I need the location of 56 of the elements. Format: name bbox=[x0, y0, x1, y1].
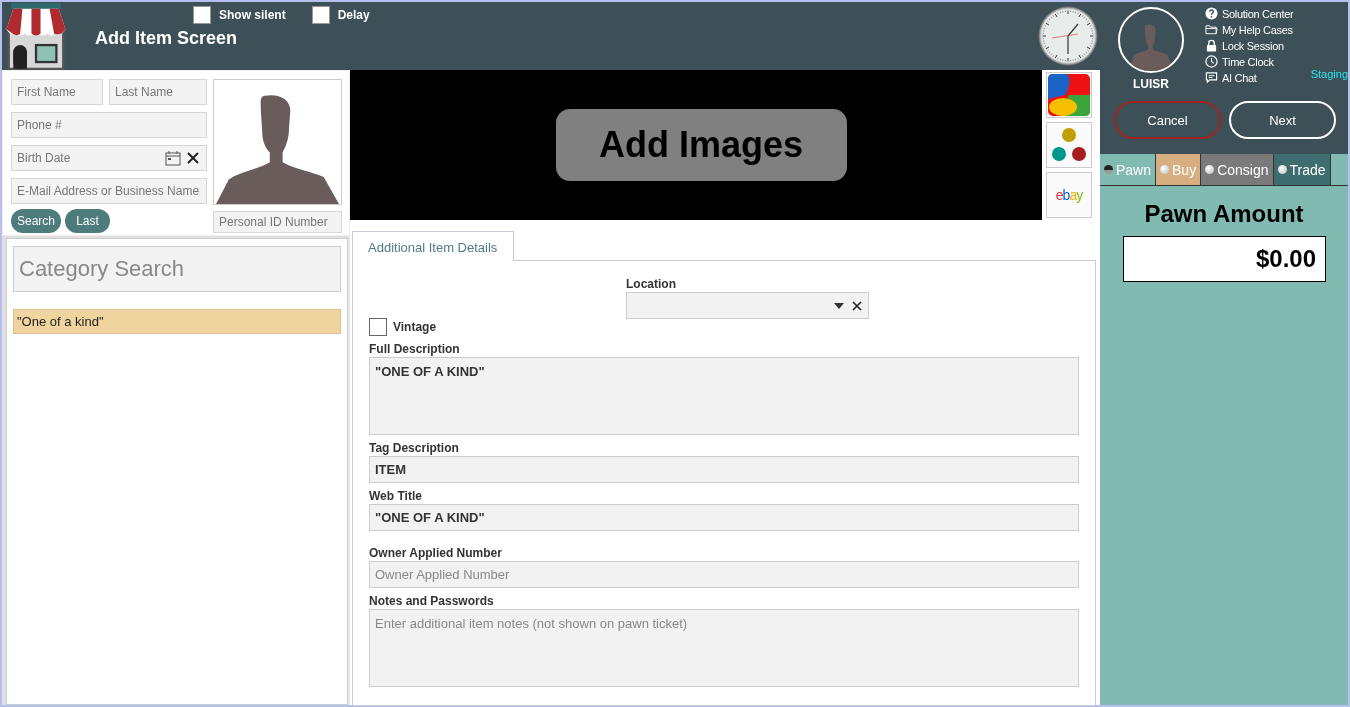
field-label: Location bbox=[626, 277, 677, 291]
category-item[interactable]: "One of a kind" bbox=[13, 309, 341, 334]
clear-icon[interactable] bbox=[185, 150, 201, 166]
field-label: Tag Description bbox=[369, 441, 460, 455]
clear-icon[interactable] bbox=[851, 299, 863, 312]
add-images-button[interactable]: Add Images bbox=[555, 109, 847, 181]
amount-field[interactable]: $0.00 bbox=[1123, 236, 1326, 282]
cancel-button[interactable]: Cancel bbox=[1114, 101, 1221, 139]
text-field[interactable]: E-Mail Address or Business Name bbox=[11, 178, 207, 204]
field-label: Notes and Passwords bbox=[369, 594, 495, 608]
screen-title: Add Item Screen bbox=[95, 28, 239, 49]
amount-label: Pawn Amount bbox=[1143, 200, 1305, 228]
dots-button[interactable] bbox=[1046, 122, 1092, 168]
checkbox-label: Vintage bbox=[393, 319, 437, 334]
text-area[interactable]: Enter additional item notes (not shown on pawn ticket) bbox=[369, 609, 1079, 687]
avatar bbox=[1118, 7, 1184, 73]
folder-icon bbox=[1205, 23, 1218, 36]
checkbox[interactable] bbox=[193, 6, 211, 24]
menu-link[interactable]: AI Chat bbox=[1205, 71, 1294, 84]
checkbox-label: Delay bbox=[337, 8, 370, 22]
field-label: Owner Applied Number bbox=[369, 546, 503, 560]
text-field[interactable]: ITEM bbox=[369, 456, 1079, 483]
user-name: LUISR bbox=[1133, 77, 1169, 91]
marketplace-button[interactable]: ebay bbox=[1046, 172, 1092, 218]
text-field[interactable]: Personal ID Number bbox=[213, 211, 342, 233]
chat-icon bbox=[1205, 71, 1218, 84]
text-field[interactable]: Phone # bbox=[11, 112, 207, 138]
colorful-tile-button[interactable] bbox=[1046, 72, 1092, 118]
lock-icon bbox=[1205, 39, 1218, 52]
field-label: Web Title bbox=[369, 489, 423, 503]
menu-link[interactable]: Lock Session bbox=[1205, 39, 1294, 52]
next-button[interactable]: Next bbox=[1229, 101, 1336, 139]
environment-label: Staging bbox=[1310, 68, 1348, 80]
help-icon bbox=[1205, 7, 1218, 20]
text-field[interactable]: "ONE OF A KIND" bbox=[369, 504, 1079, 531]
checkbox[interactable] bbox=[311, 6, 330, 24]
menu-link[interactable]: My Help Cases bbox=[1205, 23, 1294, 36]
text-field[interactable]: First Name bbox=[11, 79, 103, 105]
text-area[interactable]: "ONE OF A KIND" bbox=[369, 357, 1079, 435]
checkbox[interactable] bbox=[369, 318, 387, 336]
menu-link[interactable]: Time Clock bbox=[1205, 55, 1294, 68]
clock-icon bbox=[1205, 55, 1218, 68]
pill-button[interactable]: Search bbox=[11, 209, 62, 233]
checkbox-label: Show silent bbox=[219, 8, 286, 22]
text-field[interactable]: Last Name bbox=[109, 79, 207, 105]
menu-link[interactable]: Solution Center bbox=[1205, 7, 1294, 20]
tab[interactable]: Additional Item Details bbox=[352, 231, 515, 261]
text-field[interactable]: Owner Applied Number bbox=[369, 561, 1079, 588]
calendar-icon[interactable] bbox=[165, 150, 181, 166]
pill-button[interactable]: Last bbox=[65, 209, 111, 233]
transaction-tab[interactable]: Trade bbox=[1273, 154, 1331, 185]
transaction-tab[interactable]: Consign bbox=[1201, 154, 1274, 185]
search-field[interactable]: Category Search bbox=[13, 246, 341, 292]
date-field[interactable]: Birth Date bbox=[11, 145, 207, 171]
field-label: Full Description bbox=[369, 342, 461, 356]
clock-icon bbox=[1038, 6, 1098, 66]
